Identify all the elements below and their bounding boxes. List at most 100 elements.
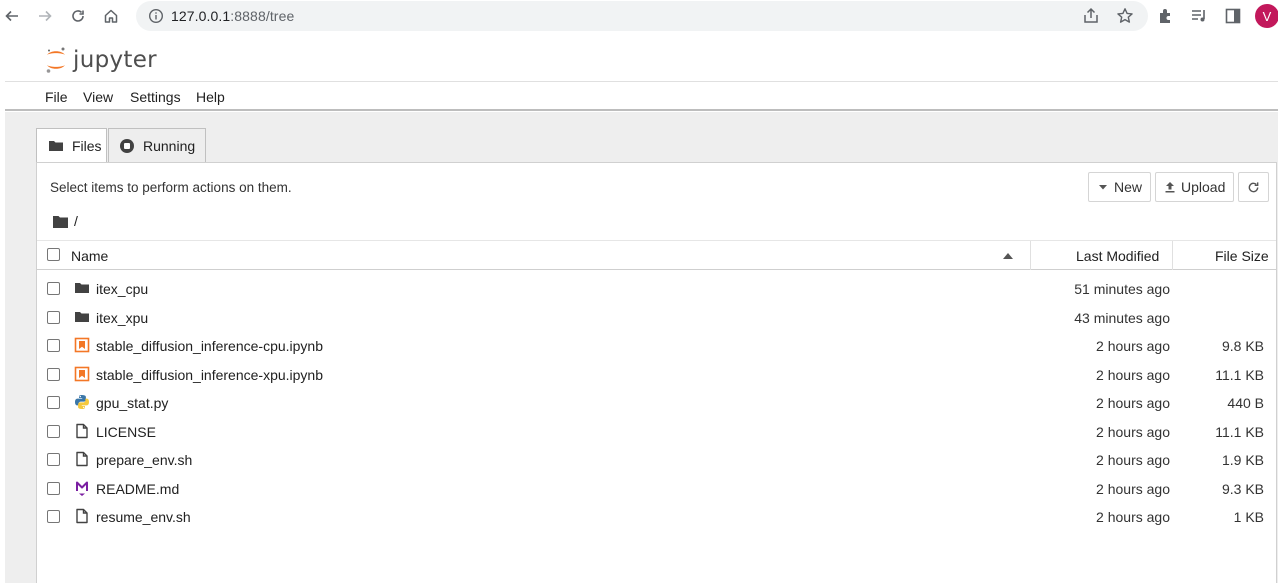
tab-running[interactable]: Running (108, 128, 206, 162)
tab-running-label: Running (143, 137, 196, 154)
file-checkbox[interactable] (47, 310, 60, 324)
file-checkbox[interactable] (47, 481, 60, 495)
address-bar[interactable]: 127.0.0.1:8888/tree (136, 1, 1148, 31)
file-row[interactable]: LICENSE 2 hours ago 11.1 KB (37, 417, 1276, 445)
refresh-icon (1249, 181, 1259, 192)
file-checkbox[interactable] (47, 424, 60, 438)
jupyter-header: jupyter (5, 38, 1278, 82)
file-checkbox[interactable] (47, 339, 60, 352)
upload-button[interactable]: Upload (1155, 172, 1235, 202)
file-last-modified: 2 hours ago (1096, 366, 1170, 383)
sort-ascending-icon[interactable] (1003, 252, 1013, 259)
file-row[interactable]: prepare_env.sh 2 hours ago 1.9 KB (37, 445, 1276, 473)
jupyter-logo-icon (46, 47, 65, 73)
selection-hint: Select items to perform actions on them. (50, 180, 292, 195)
file-row[interactable]: README.md 2 hours ago 9.3 KB (37, 474, 1276, 502)
notebook-icon (74, 337, 90, 353)
new-button[interactable]: New (1088, 172, 1152, 202)
file-last-modified: 2 hours ago (1096, 452, 1170, 468)
column-divider[interactable] (1030, 241, 1031, 270)
home-button[interactable] (99, 4, 123, 28)
file-name-link[interactable]: README.md (96, 481, 179, 497)
file-name-link[interactable]: LICENSE (96, 424, 156, 440)
menu-file[interactable]: File (45, 89, 68, 105)
file-size: 1 KB (1233, 509, 1264, 525)
menu-bar: File View Settings Help (5, 83, 1278, 111)
main-area: Files Running Select items to perform ac… (5, 112, 1278, 583)
notebook-icon (74, 366, 90, 382)
file-name-link[interactable]: itex_xpu (96, 310, 148, 326)
breadcrumb: / (53, 213, 78, 229)
url-host: 127.0.0.1 (171, 8, 231, 24)
file-last-modified: 2 hours ago (1096, 395, 1170, 411)
file-name-link[interactable]: gpu_stat.py (96, 395, 168, 411)
file-row[interactable]: itex_cpu 51 minutes ago (37, 274, 1276, 302)
file-size: 440 B (1227, 395, 1264, 411)
column-file-size[interactable]: File Size (1215, 248, 1269, 264)
file-list-header: Name Last Modified File Size (37, 240, 1276, 270)
menu-help[interactable]: Help (196, 89, 225, 105)
profile-avatar[interactable]: V (1255, 4, 1278, 28)
python-icon (74, 394, 90, 410)
file-last-modified: 43 minutes ago (1074, 309, 1170, 326)
file-row[interactable]: itex_xpu 43 minutes ago (37, 303, 1276, 331)
markdown-icon (74, 480, 90, 496)
upload-icon (1165, 182, 1175, 193)
file-row[interactable]: gpu_stat.py 2 hours ago 440 B (37, 388, 1276, 416)
file-row[interactable]: resume_env.sh 2 hours ago 1 KB (37, 502, 1276, 530)
file-checkbox[interactable] (47, 510, 60, 523)
url-text: 127.0.0.1:8888/tree (171, 8, 294, 24)
folder-icon (49, 141, 63, 151)
forward-button[interactable] (33, 4, 57, 28)
file-row[interactable]: stable_diffusion_inference-xpu.ipynb 2 ho… (37, 360, 1276, 388)
column-name[interactable]: Name (71, 248, 108, 264)
arrow-left-icon (5, 10, 18, 22)
back-button[interactable] (0, 4, 24, 28)
extensions-icon[interactable] (1157, 7, 1175, 25)
file-name-link[interactable]: stable_diffusion_inference-cpu.ipynb (96, 338, 323, 354)
file-browser-panel: Select items to perform actions on them.… (36, 162, 1277, 583)
url-path: :8888/tree (230, 8, 295, 24)
file-size: 11.1 KB (1215, 366, 1264, 383)
file-last-modified: 2 hours ago (1096, 338, 1170, 354)
browser-toolbar: 127.0.0.1:8888/tree V (0, 0, 1278, 33)
menu-view[interactable]: View (83, 89, 113, 105)
select-all-checkbox[interactable] (47, 248, 60, 261)
file-checkbox[interactable] (47, 396, 60, 409)
info-icon[interactable] (148, 8, 164, 24)
arrow-right-icon (39, 10, 52, 22)
file-last-modified: 2 hours ago (1096, 509, 1170, 525)
tab-files-label: Files (72, 138, 102, 154)
file-checkbox[interactable] (47, 367, 60, 381)
file-name-link[interactable]: resume_env.sh (96, 509, 191, 525)
file-checkbox[interactable] (47, 282, 60, 295)
home-icon (104, 9, 118, 23)
column-divider[interactable] (1172, 241, 1173, 270)
refresh-button[interactable] (1238, 172, 1270, 202)
tab-files[interactable]: Files (36, 128, 107, 163)
file-row[interactable]: stable_diffusion_inference-cpu.ipynb 2 ho… (37, 331, 1276, 359)
reload-button[interactable] (66, 4, 90, 28)
file-icon (74, 423, 90, 439)
folder-icon (74, 309, 90, 325)
file-name-link[interactable]: stable_diffusion_inference-xpu.ipynb (96, 367, 323, 383)
file-checkbox[interactable] (47, 453, 60, 466)
reload-icon (72, 10, 84, 22)
side-panel-icon[interactable] (1224, 7, 1242, 25)
file-toolbar: New Upload (1084, 172, 1270, 202)
file-name-link[interactable]: prepare_env.sh (96, 452, 192, 468)
menu-settings[interactable]: Settings (130, 89, 181, 105)
file-name-link[interactable]: itex_cpu (96, 281, 148, 297)
column-last-modified[interactable]: Last Modified (1076, 248, 1159, 264)
file-size: 9.3 KB (1221, 480, 1264, 497)
share-icon[interactable] (1082, 7, 1100, 25)
file-icon (74, 508, 90, 524)
logo-text: jupyter (73, 47, 157, 73)
star-icon[interactable] (1116, 7, 1134, 25)
file-icon (74, 451, 90, 467)
folder-icon[interactable] (53, 215, 68, 228)
jupyter-logo[interactable]: jupyter (45, 46, 157, 74)
media-queue-icon[interactable] (1190, 7, 1208, 25)
breadcrumb-root[interactable]: / (74, 213, 78, 229)
file-last-modified: 2 hours ago (1096, 480, 1170, 497)
